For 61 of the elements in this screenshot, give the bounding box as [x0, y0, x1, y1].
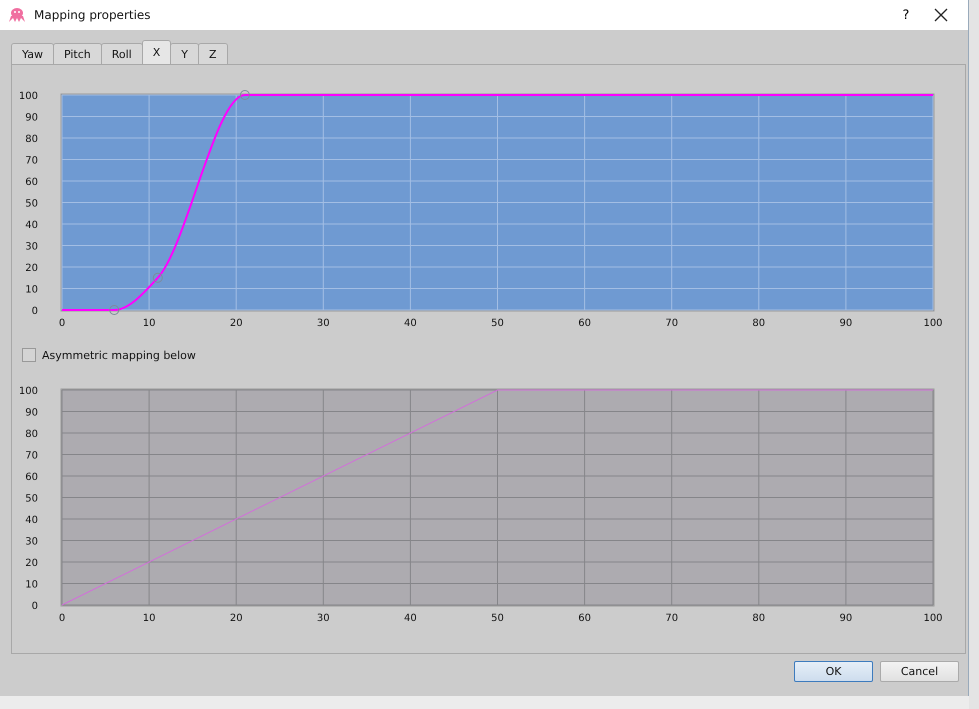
tick-label: 90 [25, 112, 38, 124]
help-button[interactable]: ? [886, 6, 926, 24]
tab[interactable]: Yaw [11, 43, 54, 64]
tick-label: 30 [316, 318, 330, 329]
tab[interactable]: X [142, 40, 172, 64]
tab[interactable]: Roll [100, 43, 143, 64]
tab[interactable]: Y [170, 43, 200, 64]
tick-label: 0 [58, 613, 66, 624]
tick-label: 40 [404, 318, 417, 329]
tick-label: 50 [25, 198, 38, 210]
tick-label: 60 [25, 472, 38, 483]
tick-label: 70 [665, 318, 678, 329]
tick-label: 10 [25, 284, 38, 296]
tick-label: 50 [25, 494, 38, 504]
tick-label: 30 [25, 536, 38, 548]
tick-label: 80 [25, 134, 38, 145]
tick-label: 60 [578, 318, 591, 329]
control-point[interactable] [240, 90, 250, 100]
tab[interactable]: Z [198, 43, 228, 64]
checkbox-label: Asymmetric mapping below [42, 348, 196, 362]
tick-label: 20 [230, 613, 243, 624]
tick-label: 10 [25, 580, 38, 590]
window-title: Mapping properties [34, 8, 151, 22]
tick-label: 10 [142, 613, 156, 624]
control-point[interactable] [152, 272, 163, 283]
octopus-icon [8, 7, 26, 23]
tick-label: 100 [923, 613, 943, 624]
tick-label: 80 [25, 429, 38, 440]
tick-label: 80 [752, 318, 766, 329]
tick-label: 70 [25, 156, 38, 166]
control-point[interactable] [109, 305, 120, 315]
tick-label: 80 [752, 613, 766, 624]
tick-label: 20 [230, 318, 243, 329]
tick-label: 60 [578, 613, 591, 624]
tick-label: 90 [25, 408, 38, 418]
tick-label: 50 [491, 318, 504, 329]
tick-label: 40 [404, 613, 417, 624]
tick-label: 30 [25, 242, 38, 252]
tick-label: 10 [142, 318, 156, 329]
tick-label: 100 [923, 318, 943, 329]
tick-label: 20 [25, 558, 38, 569]
dialog-button[interactable]: OK [794, 661, 873, 682]
tick-label: 50 [491, 613, 504, 624]
tick-label: 90 [840, 318, 852, 329]
close-icon[interactable] [934, 8, 948, 22]
tick-label: 40 [25, 515, 38, 526]
tick-label: 0 [32, 601, 38, 612]
tick-label: 90 [840, 613, 852, 624]
tick-label: 0 [32, 306, 38, 317]
tick-label: 40 [25, 220, 38, 231]
tick-label: 20 [25, 263, 38, 274]
dialog-button[interactable]: Cancel [880, 661, 959, 682]
tick-label: 70 [665, 613, 678, 624]
tick-label: 30 [316, 613, 330, 624]
tab[interactable]: Pitch [52, 43, 102, 64]
checkbox[interactable] [22, 348, 36, 362]
tick-label: 60 [25, 177, 38, 188]
tick-label: 70 [25, 450, 38, 462]
tick-label: 100 [20, 386, 38, 397]
tick-label: 100 [20, 91, 38, 102]
tick-label: 0 [58, 318, 66, 329]
